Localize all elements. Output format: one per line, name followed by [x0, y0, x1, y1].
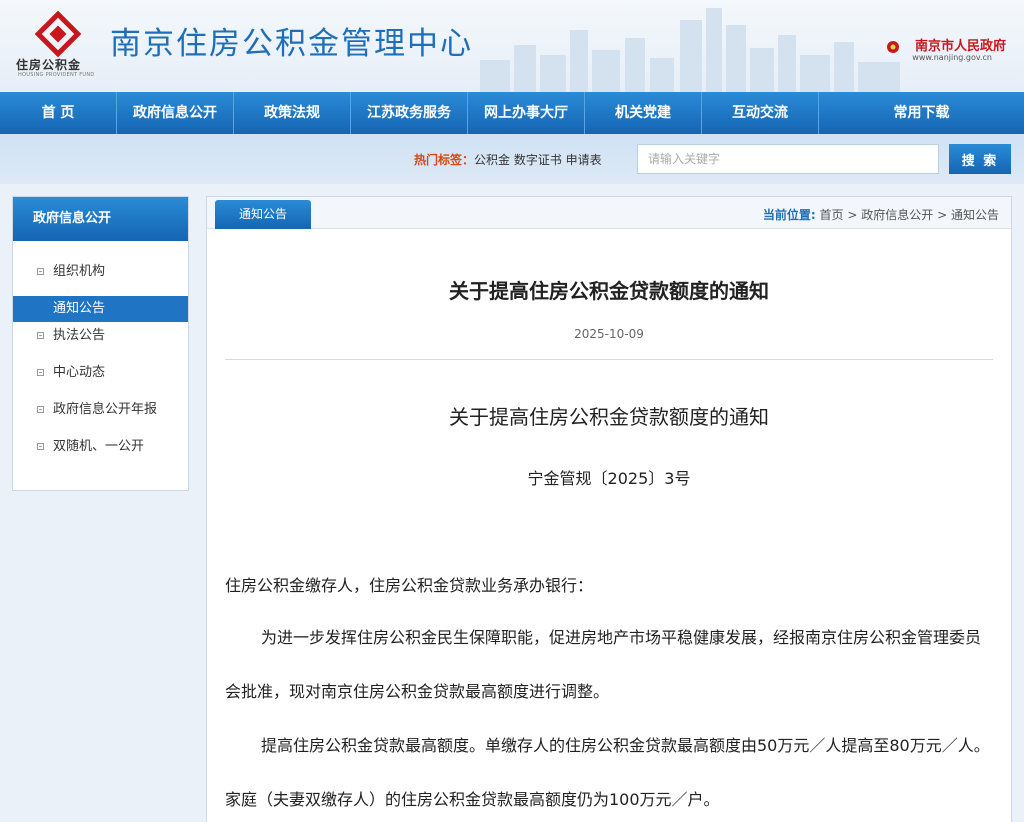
sidebar-item-random-inspection[interactable]: 双随机、一公开	[13, 434, 188, 460]
sidebar-item-label: 通知公告	[53, 301, 106, 316]
sidebar-item-label: 执法公告	[53, 328, 106, 343]
article-paragraph: 为进一步发挥住房公积金民生保障职能，促进房地产市场平稳健康发展，经报南京住房公积…	[225, 628, 982, 701]
document-title: 关于提高住房公积金贷款额度的通知	[449, 405, 769, 429]
logo-text: 住房公积金	[16, 58, 82, 72]
sidebar-item-notices[interactable]: 通知公告	[13, 296, 188, 322]
nav-item-gov-info[interactable]: 政府信息公开	[117, 92, 234, 134]
city-skyline-decoration	[480, 8, 900, 92]
logo-subtext: HOUSING PROVIDENT FUND	[18, 72, 95, 78]
article-paragraph: 提高住房公积金贷款最高额度。单缴存人的住房公积金贷款最高额度由50万元／人提高至…	[225, 736, 990, 809]
breadcrumb-notices[interactable]: 通知公告	[951, 208, 999, 222]
nav-item-online-hall[interactable]: 网上办事大厅	[468, 92, 585, 134]
expand-bullet-icon	[37, 332, 44, 339]
nav-item-party[interactable]: 机关党建	[585, 92, 702, 134]
sidebar-item-enforcement[interactable]: 执法公告	[13, 323, 188, 349]
article-paragraph: 住房公积金缴存人，住房公积金贷款业务承办银行：	[225, 576, 594, 595]
tab-notices[interactable]: 通知公告	[215, 200, 311, 229]
content-panel: 通知公告 当前位置: 首页 > 政府信息公开 > 通知公告 关于提高住房公积金贷…	[206, 196, 1012, 822]
expand-bullet-icon	[37, 443, 44, 450]
hot-tags-label: 热门标签：	[414, 153, 475, 167]
nav-item-home[interactable]: 首 页	[0, 92, 117, 134]
search-bar: 热门标签： 公积金 数字证书 申请表 搜 索	[0, 134, 1024, 184]
sidebar-item-label: 组织机构	[53, 264, 106, 279]
expand-bullet-icon	[37, 369, 44, 376]
breadcrumb-home[interactable]: 首页	[820, 208, 844, 222]
breadcrumb: 当前位置: 首页 > 政府信息公开 > 通知公告	[763, 206, 999, 223]
breadcrumb-separator: >	[937, 208, 948, 222]
breadcrumb-separator: >	[847, 208, 858, 222]
breadcrumb-gov-info[interactable]: 政府信息公开	[861, 208, 933, 222]
sidebar-item-label: 双随机、一公开	[53, 439, 145, 454]
sidebar-item-news[interactable]: 中心动态	[13, 360, 188, 386]
search-button[interactable]: 搜 索	[949, 144, 1011, 174]
sidebar-item-org[interactable]: 组织机构	[13, 259, 188, 285]
nav-item-downloads[interactable]: 常用下载	[819, 92, 1024, 134]
main-nav: 首 页 政府信息公开 政策法规 江苏政务服务 网上办事大厅 机关党建 互动交流 …	[0, 92, 1024, 134]
nav-item-jiangsu-service[interactable]: 江苏政务服务	[351, 92, 468, 134]
sidebar-item-label: 中心动态	[53, 365, 106, 380]
site-header: 住房公积金 HOUSING PROVIDENT FUND 南京住房公积金管理中心…	[0, 0, 1024, 92]
expand-bullet-icon	[37, 406, 44, 413]
article-date: 2025-10-09	[574, 327, 644, 341]
site-title[interactable]: 南京住房公积金管理中心	[110, 18, 473, 63]
nav-item-interaction[interactable]: 互动交流	[702, 92, 819, 134]
breadcrumb-label: 当前位置:	[762, 208, 816, 222]
gov-emblem-icon	[887, 41, 899, 53]
sidebar-title: 政府信息公开	[13, 197, 188, 241]
search-input[interactable]	[637, 144, 939, 174]
content-tabbar: 通知公告 当前位置: 首页 > 政府信息公开 > 通知公告	[207, 197, 1011, 229]
nav-item-policy[interactable]: 政策法规	[234, 92, 351, 134]
gov-url[interactable]: www.nanjing.gov.cn	[912, 53, 992, 62]
document-number: 宁金管规〔2025〕3号	[527, 469, 691, 488]
sidebar-item-annual-report[interactable]: 政府信息公开年报	[13, 397, 188, 423]
title-divider	[225, 359, 993, 360]
article-title: 关于提高住房公积金贷款额度的通知	[449, 279, 769, 303]
expand-bullet-icon	[37, 268, 44, 275]
sidebar-item-label: 政府信息公开年报	[53, 402, 158, 417]
hot-tags[interactable]: 公积金 数字证书 申请表	[474, 151, 602, 168]
sidebar: 政府信息公开 组织机构 通知公告 执法公告 中心动态 政府信息公开年报 双随机、…	[12, 196, 189, 491]
gov-link[interactable]: 南京市人民政府	[915, 35, 1006, 54]
